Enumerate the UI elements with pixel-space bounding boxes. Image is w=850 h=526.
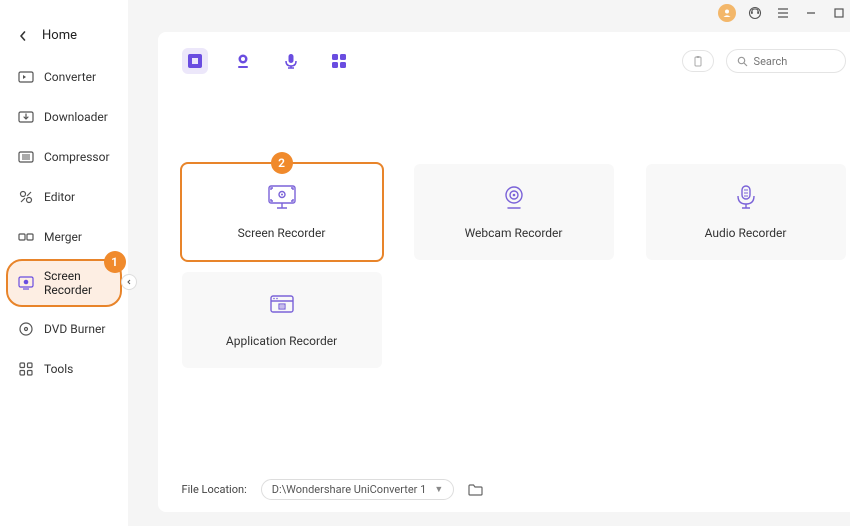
sidebar-item-tools[interactable]: Tools	[8, 353, 120, 385]
webcam-recorder-card-icon	[501, 184, 527, 210]
sidebar-item-label: Merger	[44, 230, 82, 244]
sidebar-item-label: Converter	[44, 70, 96, 84]
card-screen-recorder[interactable]: 2 Screen Recorder	[182, 164, 382, 260]
search-input[interactable]	[754, 55, 835, 68]
toolbar	[182, 48, 846, 74]
compressor-icon	[18, 149, 34, 165]
card-row-2: Application Recorder	[182, 272, 846, 368]
audio-recorder-card-icon	[734, 184, 758, 210]
search-icon	[737, 56, 748, 67]
card-label: Application Recorder	[226, 334, 337, 348]
sidebar-item-label: Editor	[44, 190, 75, 204]
file-location-path: D:\Wondershare UniConverter 1	[272, 483, 427, 496]
card-audio-recorder[interactable]: Audio Recorder	[646, 164, 846, 260]
sidebar-item-downloader[interactable]: Downloader	[8, 101, 120, 133]
footer: File Location: D:\Wondershare UniConvert…	[182, 469, 846, 500]
support-icon[interactable]	[746, 4, 764, 22]
card-row-1: 2 Screen Recorder Webcam Recorder Audio …	[182, 164, 846, 260]
sidebar-item-label: Downloader	[44, 110, 108, 124]
sidebar-item-label: DVD Burner	[44, 322, 105, 336]
file-location-dropdown[interactable]: D:\Wondershare UniConverter 1 ▼	[261, 479, 454, 500]
card-label: Audio Recorder	[705, 226, 787, 240]
callout-badge-1: 1	[104, 251, 126, 273]
hamburger-menu-icon[interactable]	[774, 4, 792, 22]
avatar[interactable]	[718, 4, 736, 22]
chevron-down-icon: ▼	[434, 484, 443, 495]
mode-webcam-button[interactable]	[230, 48, 256, 74]
mode-audio-button[interactable]	[278, 48, 304, 74]
search-box[interactable]	[726, 49, 846, 73]
sidebar-item-compressor[interactable]: Compressor	[8, 141, 120, 173]
mode-screen-button[interactable]	[182, 48, 208, 74]
sidebar-list: Converter Downloader Compressor Editor M…	[0, 61, 128, 385]
home-row[interactable]: Home	[0, 20, 128, 61]
sidebar-item-label: Compressor	[44, 150, 110, 164]
sidebar: Home Converter Downloader Compressor Edi…	[0, 0, 128, 526]
card-webcam-recorder[interactable]: Webcam Recorder	[414, 164, 614, 260]
maximize-button[interactable]	[830, 4, 848, 22]
sidebar-item-merger[interactable]: Merger	[8, 221, 120, 253]
card-label: Screen Recorder	[238, 226, 326, 240]
mode-icons	[182, 48, 352, 74]
main-area: 2 Screen Recorder Webcam Recorder Audio …	[128, 0, 850, 526]
sidebar-item-label: Screen Recorder	[44, 269, 110, 297]
sidebar-item-label: Tools	[44, 362, 73, 376]
open-folder-button[interactable]	[468, 483, 483, 496]
card-label: Webcam Recorder	[465, 226, 563, 240]
converter-icon	[18, 69, 34, 85]
merger-icon	[18, 229, 34, 245]
tools-icon	[18, 361, 34, 377]
downloader-icon	[18, 109, 34, 125]
titlebar	[128, 0, 850, 26]
home-label: Home	[42, 28, 77, 43]
sidebar-item-screen-recorder[interactable]: Screen Recorder 1	[8, 261, 120, 305]
dvd-burner-icon	[18, 321, 34, 337]
sidebar-item-converter[interactable]: Converter	[8, 61, 120, 93]
content-panel: 2 Screen Recorder Webcam Recorder Audio …	[158, 32, 850, 512]
mode-apps-button[interactable]	[326, 48, 352, 74]
callout-badge-2: 2	[271, 152, 293, 174]
sidebar-item-dvd-burner[interactable]: DVD Burner	[8, 313, 120, 345]
application-recorder-card-icon	[269, 292, 295, 318]
collapse-sidebar-button[interactable]	[122, 275, 136, 289]
sidebar-item-editor[interactable]: Editor	[8, 181, 120, 213]
minimize-button[interactable]	[802, 4, 820, 22]
card-application-recorder[interactable]: Application Recorder	[182, 272, 382, 368]
file-location-label: File Location:	[182, 483, 247, 496]
clipboard-button[interactable]	[682, 50, 714, 72]
screen-recorder-card-icon	[267, 184, 297, 210]
screen-recorder-icon	[18, 275, 34, 291]
back-icon[interactable]	[18, 31, 28, 41]
editor-icon	[18, 189, 34, 205]
